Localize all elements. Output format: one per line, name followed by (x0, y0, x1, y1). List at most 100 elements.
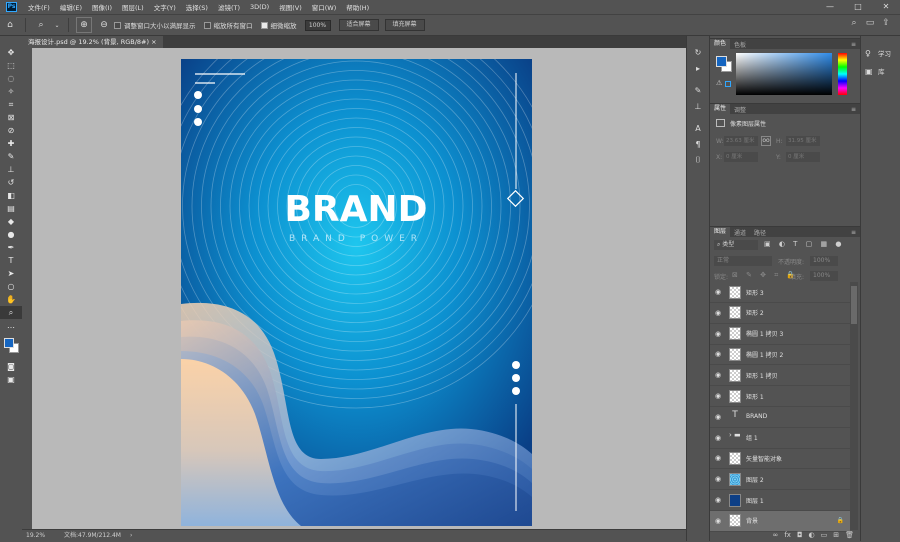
layer-row[interactable]: ◉ 矢量智能对象 (710, 448, 850, 470)
adjustment-layer-icon[interactable]: ◐ (809, 531, 815, 542)
glyphs-icon[interactable]: ⌷ (687, 152, 709, 168)
gradient-tool-icon[interactable]: ▤ (0, 202, 22, 215)
layer-row[interactable]: ◉ T BRAND (710, 407, 850, 428)
restore-button[interactable]: □ (844, 0, 872, 14)
panel-menu-icon[interactable]: ≡ (851, 106, 856, 113)
visibility-eye-icon[interactable]: ◉ (710, 309, 726, 317)
blend-mode-select[interactable]: 正常 (714, 256, 772, 266)
menu-view[interactable]: 视图(V) (274, 2, 307, 12)
magic-wand-tool-icon[interactable]: ✧ (0, 85, 22, 98)
visibility-eye-icon[interactable]: ◉ (710, 330, 726, 338)
link-icon[interactable]: oo (761, 136, 771, 146)
lock-icon[interactable]: 🔒 (837, 517, 844, 524)
workspace-icon[interactable]: ▭ (862, 18, 878, 28)
zoom-out-icon[interactable]: ⊖ (96, 17, 112, 33)
document-size[interactable]: 文档:47.9M/212.4M (64, 530, 121, 541)
visibility-eye-icon[interactable]: ◉ (710, 371, 726, 379)
photoshop-logo-icon[interactable]: Ps (6, 2, 17, 12)
move-tool-icon[interactable]: ✥ (0, 46, 22, 59)
brush-settings-icon[interactable]: ✎ (687, 82, 709, 98)
lasso-tool-icon[interactable]: ◌ (0, 72, 22, 85)
status-arrow-icon[interactable]: › (130, 530, 132, 541)
pen-tool-icon[interactable]: ✒ (0, 241, 22, 254)
y-field[interactable]: 0 厘米 (786, 152, 820, 162)
tab-paths[interactable]: 路径 (750, 228, 770, 237)
hand-tool-icon[interactable]: ✋ (0, 293, 22, 306)
home-icon[interactable]: ⌂ (2, 17, 18, 33)
layer-row[interactable]: ◉ 图层 2 (710, 469, 850, 491)
menu-help[interactable]: 帮助(H) (341, 2, 374, 12)
libraries-button[interactable]: ▣ 库 (861, 62, 900, 80)
brush-tool-icon[interactable]: ✎ (0, 150, 22, 163)
screen-mode-icon[interactable]: ▣ (0, 373, 22, 386)
tab-color[interactable]: 颜色 (710, 39, 731, 49)
visibility-eye-icon[interactable]: ◉ (710, 288, 726, 296)
menu-window[interactable]: 窗口(W) (307, 2, 342, 12)
add-mask-icon[interactable]: ◘ (797, 531, 803, 542)
layer-row[interactable]: ◉ 矩形 1 拷贝 (710, 365, 850, 387)
web-safe-icon[interactable] (725, 81, 731, 87)
zoom-tool-preset-icon[interactable]: ⌕ (33, 17, 49, 33)
menu-select[interactable]: 选择(S) (181, 2, 213, 12)
warning-icon[interactable]: ⚠ (716, 79, 722, 87)
frame-tool-icon[interactable]: ⊠ (0, 111, 22, 124)
new-group-icon[interactable]: ▭ (821, 531, 828, 542)
type-tool-icon[interactable]: T (0, 254, 22, 267)
visibility-eye-icon[interactable]: ◉ (710, 496, 726, 504)
layer-row[interactable]: ◉ 背景 🔒 (710, 510, 850, 532)
dodge-tool-icon[interactable]: ● (0, 228, 22, 241)
menu-layer[interactable]: 图层(L) (117, 2, 149, 12)
layers-scrollbar[interactable] (850, 282, 858, 530)
close-button[interactable]: ✕ (872, 0, 900, 14)
history-icon[interactable]: ↻ (687, 44, 709, 60)
menu-type[interactable]: 文字(Y) (149, 2, 181, 12)
checkbox-box-checked[interactable] (260, 21, 268, 29)
layer-filter-icons[interactable]: ▣ ◐ T ▢ ▦ ● (764, 240, 844, 248)
search-icon[interactable]: ⌕ (846, 18, 862, 28)
panel-menu-icon[interactable]: ≡ (851, 41, 856, 48)
fill-field[interactable]: 100% (810, 271, 838, 281)
shape-tool-icon[interactable]: ○ (0, 280, 22, 293)
eraser-tool-icon[interactable]: ◧ (0, 189, 22, 202)
layer-row[interactable]: ◉ 矩形 2 (710, 303, 850, 324)
marquee-tool-icon[interactable]: ⬚ (0, 59, 22, 72)
character-icon[interactable]: A (687, 120, 709, 136)
layer-filter-select[interactable]: ⌕ 类型 (714, 240, 758, 250)
zoom-in-icon[interactable]: ⊕ (76, 17, 92, 33)
hue-slider[interactable] (838, 53, 847, 95)
share-icon[interactable]: ⇪ (878, 18, 894, 28)
visibility-eye-icon[interactable]: ◉ (710, 434, 726, 442)
menu-image[interactable]: 图像(I) (87, 2, 117, 12)
chevron-down-icon[interactable]: ⌄ (53, 17, 61, 33)
tab-layers[interactable]: 图层 (710, 227, 731, 237)
visibility-eye-icon[interactable]: ◉ (710, 517, 726, 525)
layer-row[interactable]: ◉ 椭圆 1 拷贝 2 (710, 344, 850, 366)
history-brush-tool-icon[interactable]: ↺ (0, 176, 22, 189)
fill-screen-button[interactable]: 填充屏幕 (384, 19, 425, 31)
more-tools-icon[interactable]: … (0, 319, 22, 332)
path-selection-tool-icon[interactable]: ➤ (0, 267, 22, 280)
poster-artboard[interactable]: BRAND BRAND POWER (181, 59, 532, 526)
x-field[interactable]: 0 厘米 (724, 152, 758, 162)
visibility-eye-icon[interactable]: ◉ (710, 392, 726, 400)
visibility-eye-icon[interactable]: ◉ (710, 454, 726, 462)
layer-row[interactable]: ◉ › ▬ 组 1 (710, 428, 850, 449)
tab-properties[interactable]: 属性 (710, 104, 731, 114)
height-field[interactable]: 31.95 厘米 (786, 136, 820, 146)
width-field[interactable]: 23.63 厘米 (724, 136, 758, 146)
fx-icon[interactable]: fx (784, 531, 791, 542)
scrollbar-thumb[interactable] (851, 286, 857, 324)
layer-row[interactable]: ◉ 椭圆 1 拷贝 3 (710, 324, 850, 345)
color-field[interactable] (736, 53, 832, 95)
menu-3d[interactable]: 3D(D) (245, 3, 274, 11)
close-tab-icon[interactable]: × (151, 38, 156, 46)
layer-row[interactable]: ◉ 图层 1 (710, 490, 850, 511)
menu-filter[interactable]: 滤镜(T) (213, 2, 245, 12)
tab-swatches[interactable]: 色板 (730, 40, 750, 49)
foreground-color-swatch[interactable] (4, 338, 14, 348)
document-tab[interactable]: 海报设计.psd @ 19.2% (背景, RGB/8#) × (22, 36, 163, 48)
actions-icon[interactable]: ▸ (687, 60, 709, 76)
layer-row[interactable]: ◉ 矩形 1 (710, 386, 850, 407)
quick-mask-icon[interactable]: ◙ (0, 360, 22, 373)
paragraph-icon[interactable]: ¶ (687, 136, 709, 152)
